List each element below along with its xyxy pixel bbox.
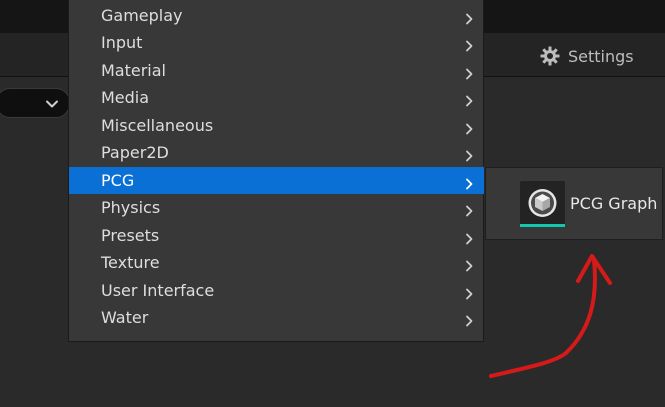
chevron-right-icon xyxy=(465,37,473,56)
menu-item-label: PCG xyxy=(101,171,135,190)
menu-item-label: Material xyxy=(101,61,166,80)
menu-item-label: User Interface xyxy=(101,281,215,300)
menu-item-label: Gameplay xyxy=(101,6,183,25)
menu-item-texture[interactable]: Texture xyxy=(69,249,484,276)
menu-item-label: Miscellaneous xyxy=(101,116,214,135)
chevron-right-icon xyxy=(465,202,473,221)
menu-item-label: Paper2D xyxy=(101,143,169,162)
menu-item-material[interactable]: Material xyxy=(69,57,484,84)
menu-item-label: Water xyxy=(101,308,149,327)
submenu-item-pcg-graph[interactable]: PCG Graph xyxy=(486,168,664,241)
chevron-right-icon xyxy=(465,257,473,276)
menu-item-miscellaneous[interactable]: Miscellaneous xyxy=(69,112,484,139)
settings-label: Settings xyxy=(568,46,634,66)
submenu-item-label: PCG Graph xyxy=(570,194,658,213)
menu-item-label: Texture xyxy=(101,253,160,272)
chevron-right-icon xyxy=(465,65,473,84)
menu-item-user-interface[interactable]: User Interface xyxy=(69,277,484,304)
menu-item-label: Media xyxy=(101,88,150,107)
menu-item-label: Presets xyxy=(101,226,160,245)
menu-item-input[interactable]: Input xyxy=(69,29,484,56)
chevron-down-icon xyxy=(45,96,59,115)
chevron-right-icon xyxy=(465,147,473,166)
chevron-right-icon xyxy=(465,230,473,249)
menu-item-water[interactable]: Water xyxy=(69,304,484,331)
menu-item-label: Input xyxy=(101,33,143,52)
menu-item-gameplay[interactable]: Gameplay xyxy=(69,2,484,29)
menu-item-paper2d[interactable]: Paper2D xyxy=(69,139,484,166)
asset-type-underline xyxy=(520,224,565,227)
menu-item-physics[interactable]: Physics xyxy=(69,194,484,221)
chevron-right-icon xyxy=(465,120,473,139)
filter-dropdown[interactable] xyxy=(0,88,70,118)
menu-item-label: Physics xyxy=(101,198,161,217)
pcg-graph-thumbnail xyxy=(520,181,565,226)
chevron-right-icon xyxy=(465,92,473,111)
chevron-right-icon xyxy=(465,10,473,29)
gear-icon xyxy=(540,46,560,66)
chevron-right-icon xyxy=(465,175,473,194)
cube-icon xyxy=(528,189,557,217)
menu-item-pcg[interactable]: PCG xyxy=(69,167,484,194)
chevron-right-icon xyxy=(465,285,473,304)
category-menu: Gameplay Input Material Media Miscellane… xyxy=(68,0,484,342)
menu-item-media[interactable]: Media xyxy=(69,84,484,111)
pcg-submenu: PCG Graph xyxy=(485,167,663,240)
menu-item-presets[interactable]: Presets xyxy=(69,222,484,249)
settings-button[interactable]: Settings xyxy=(540,44,634,68)
chevron-right-icon xyxy=(465,312,473,331)
